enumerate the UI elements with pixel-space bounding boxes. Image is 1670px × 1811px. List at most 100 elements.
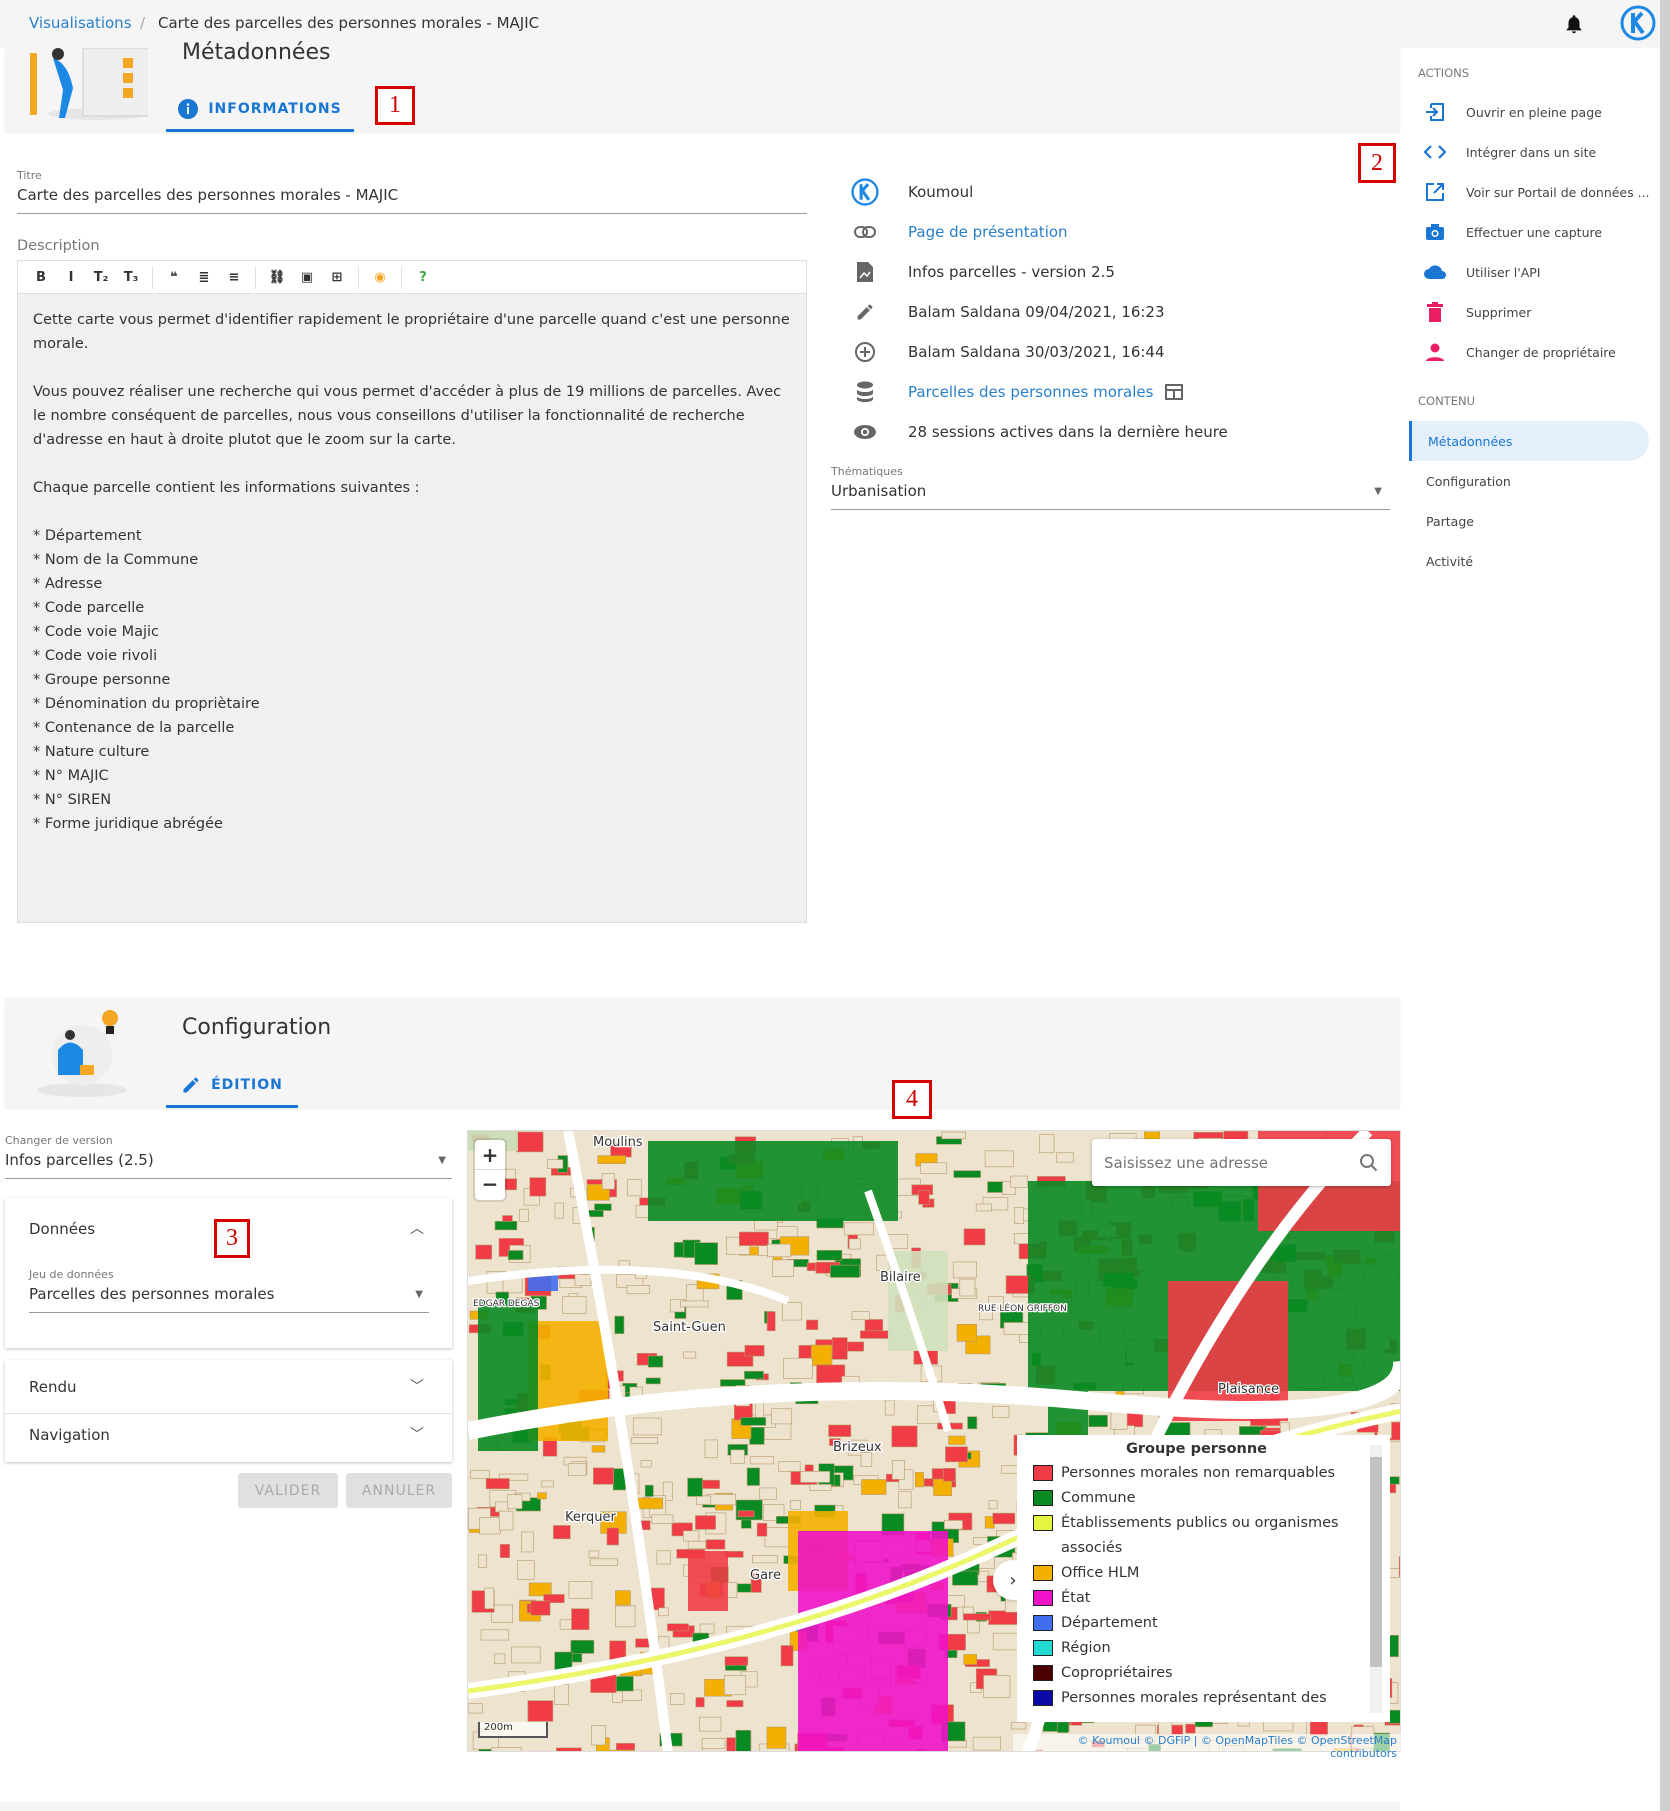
zoom-in-button[interactable]: + <box>475 1140 505 1170</box>
sidebar-item[interactable]: Métadonnées <box>1409 421 1649 461</box>
action-code[interactable]: Intégrer dans un site <box>1420 132 1660 172</box>
legend-label: Personnes morales non remarquables <box>1061 1465 1336 1481</box>
parcel <box>562 1296 587 1314</box>
legend-swatch <box>1033 1640 1053 1656</box>
toolbar-button[interactable]: B <box>28 270 54 285</box>
render-panel-header[interactable]: Rendu <box>29 1378 77 1396</box>
data-panel-header[interactable]: Données <box>29 1220 95 1238</box>
info-text[interactable]: Parcelles des personnes morales <box>908 383 1153 401</box>
parcel <box>594 1203 612 1211</box>
pencil-icon <box>850 302 880 322</box>
annotation-marker-4: 4 <box>892 1080 932 1119</box>
info-text[interactable]: Page de présentation <box>908 223 1068 241</box>
version-select[interactable]: Infos parcelles (2.5) ▼ <box>5 1151 452 1179</box>
parcel <box>816 1250 843 1261</box>
search-icon[interactable] <box>1359 1153 1379 1173</box>
sidebar-item[interactable]: Partage <box>1410 501 1650 541</box>
parcel <box>567 1463 587 1476</box>
thematiques-select[interactable]: Urbanisation ▼ <box>831 482 1390 510</box>
parcel <box>494 1220 518 1231</box>
description-editor[interactable]: Cette carte vous permet d'identifier rap… <box>17 293 807 923</box>
table-icon[interactable] <box>1165 384 1184 400</box>
toolbar-button[interactable]: ◉ <box>367 270 393 285</box>
chevron-up-icon[interactable]: ︿ <box>410 1218 424 1238</box>
metadata-illustration <box>28 47 154 124</box>
parcel <box>687 1477 703 1497</box>
koumoul-logo[interactable] <box>1620 5 1656 45</box>
info-row: Balam Saldana 30/03/2021, 16:44 <box>850 332 1390 372</box>
parcel <box>554 1202 564 1219</box>
parcel <box>730 1449 745 1464</box>
parcel <box>547 1159 564 1169</box>
parcel <box>1014 1207 1024 1224</box>
parcel <box>574 1274 592 1286</box>
toolbar-button[interactable]: ❝ <box>161 270 187 285</box>
info-row[interactable]: Parcelles des personnes morales <box>850 372 1390 412</box>
dataset-value: Parcelles des personnes morales <box>29 1285 275 1303</box>
open-page-icon <box>1420 102 1450 122</box>
legend-label: Office HLM <box>1061 1565 1140 1581</box>
legend-label: Région <box>1061 1640 1111 1656</box>
action-account[interactable]: Changer de propriétaire <box>1420 332 1660 372</box>
parcel <box>553 1525 571 1540</box>
info-row[interactable]: Page de présentation <box>850 212 1390 252</box>
legend-item: Personnes morales représentant des <box>1033 1686 1360 1711</box>
validate-button[interactable]: VALIDER <box>238 1473 338 1508</box>
legend-label: État <box>1061 1590 1091 1606</box>
parcel <box>780 1645 794 1667</box>
parcel <box>527 1700 554 1722</box>
sidebar-item[interactable]: Configuration <box>1410 461 1650 501</box>
parcel <box>944 1520 963 1530</box>
action-camera[interactable]: Effectuer une capture <box>1420 212 1660 252</box>
scrollbar[interactable] <box>1660 0 1670 1811</box>
toolbar-button[interactable]: I <box>58 270 84 285</box>
parcel <box>568 1581 593 1599</box>
parcel <box>528 1582 552 1597</box>
toolbar-button[interactable]: ⊞ <box>324 270 350 285</box>
parcel <box>601 1173 615 1190</box>
dataset-select[interactable]: Parcelles des personnes morales ▼ <box>29 1285 429 1313</box>
legend-scrollbar[interactable] <box>1370 1445 1382 1713</box>
address-search-input[interactable] <box>1104 1153 1359 1172</box>
cancel-button[interactable]: ANNULER <box>346 1473 452 1508</box>
action-trash[interactable]: Supprimer <box>1420 292 1660 332</box>
map-attribution[interactable]: © Koumoul © DGFiP | © OpenMapTiles © Ope… <box>1013 1734 1401 1760</box>
map-place-label: Saint-Guen <box>653 1320 726 1335</box>
bell-icon[interactable] <box>1563 12 1585 40</box>
sidebar-item[interactable]: Activité <box>1410 541 1650 581</box>
parcel <box>848 1238 861 1250</box>
toolbar-button[interactable]: T₂ <box>88 270 114 285</box>
zoom-out-button[interactable]: − <box>475 1170 505 1200</box>
info-text: Balam Saldana 09/04/2021, 16:23 <box>908 303 1165 321</box>
legend-swatch <box>1033 1590 1053 1606</box>
action-cloud[interactable]: Utiliser l'API <box>1420 252 1660 292</box>
breadcrumb-visualisations[interactable]: Visualisations <box>29 14 132 32</box>
toolbar-button[interactable]: ⛓ <box>264 270 290 285</box>
chevron-down-icon[interactable]: ﹀ <box>410 1376 424 1396</box>
tab-informations[interactable]: INFORMATIONS <box>166 88 354 132</box>
legend-item: Commune <box>1033 1486 1360 1511</box>
legend-label: Commune <box>1061 1490 1136 1506</box>
toolbar-button[interactable]: ≣ <box>191 270 217 285</box>
metadata-title: Métadonnées <box>182 40 331 65</box>
action-external-link[interactable]: Voir sur Portail de données ... <box>1420 172 1660 212</box>
map-place-label: Plaisance <box>1218 1382 1279 1397</box>
parcel <box>470 1470 490 1479</box>
chevron-down-icon[interactable]: ﹀ <box>410 1424 424 1444</box>
action-open-page[interactable]: Ouvrir en pleine page <box>1420 92 1660 132</box>
navigation-panel-header[interactable]: Navigation <box>29 1426 110 1444</box>
toolbar-button[interactable]: ? <box>410 270 436 285</box>
title-field[interactable]: Carte des parcelles des personnes morale… <box>17 186 807 214</box>
parcel <box>735 1729 752 1751</box>
parcel <box>744 1370 764 1380</box>
info-text: Koumoul <box>908 183 974 201</box>
toolbar-button[interactable]: T₃ <box>118 270 144 285</box>
pencil-icon <box>183 1077 199 1092</box>
toolbar-button[interactable]: ▣ <box>294 270 320 285</box>
parcel <box>519 1208 529 1222</box>
parcel <box>479 1517 501 1535</box>
tab-label: ÉDITION <box>211 1076 283 1093</box>
legend-swatch <box>1033 1665 1053 1681</box>
tab-edition[interactable]: ÉDITION <box>166 1064 298 1108</box>
toolbar-button[interactable]: ≡ <box>221 270 247 285</box>
